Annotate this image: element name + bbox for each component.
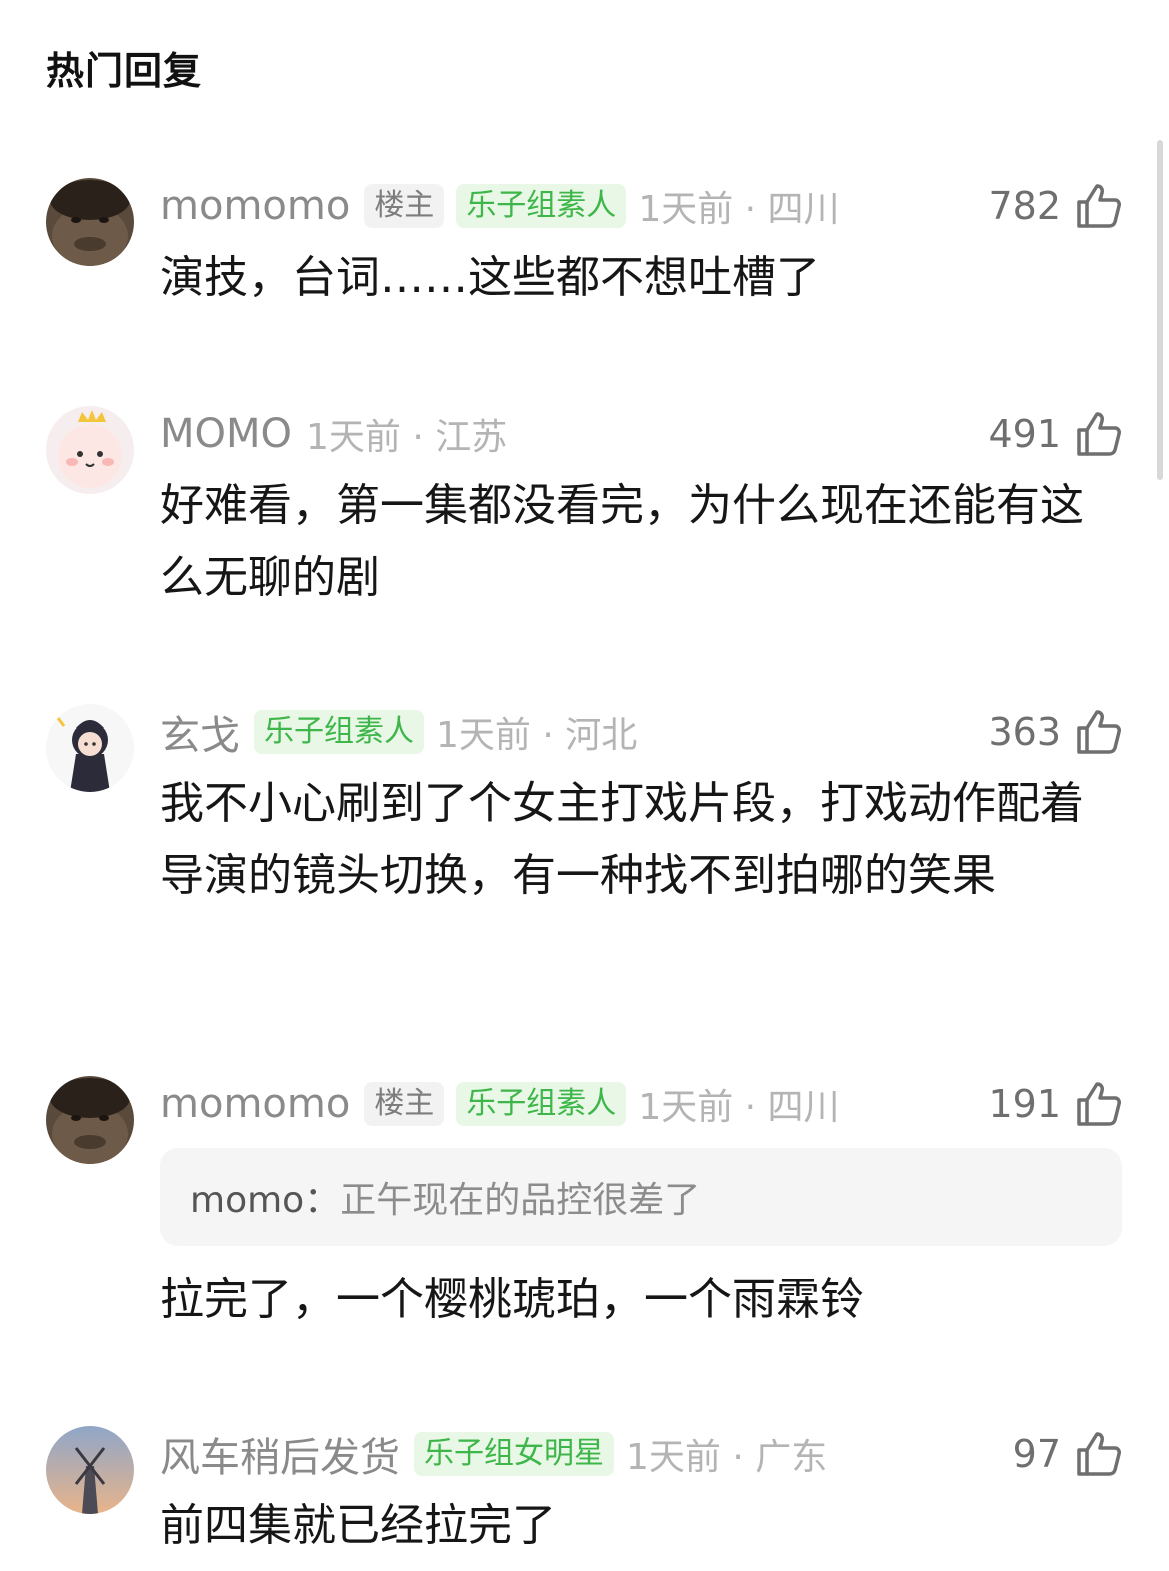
thumbs-up-icon (1077, 412, 1121, 456)
like-button[interactable]: 782 (988, 178, 1123, 234)
avatar[interactable] (46, 704, 134, 792)
comment-text: 好难看，第一集都没看完，为什么现在还能有这么无聊的剧 (160, 480, 1084, 603)
avatar[interactable] (46, 178, 134, 266)
group-badge: 乐子组素人 (456, 184, 627, 228)
username[interactable]: 玄戈 (160, 703, 240, 761)
avatar[interactable] (46, 1076, 134, 1164)
thumbs-up-icon (1077, 1082, 1121, 1126)
comment-text: 拉完了，一个樱桃琥珀，一个雨霖铃 (160, 1274, 864, 1325)
op-badge: 楼主 (364, 184, 445, 228)
time-location: 1天前 · 河北 (436, 715, 638, 756)
like-count: 191 (988, 1082, 1061, 1126)
like-count: 782 (988, 184, 1061, 228)
section-title: 热门回复 (46, 49, 203, 93)
like-count: 491 (988, 412, 1061, 456)
username[interactable]: MOMO (160, 411, 292, 457)
group-badge: 乐子组女明星 (414, 1432, 614, 1476)
thumbs-up-icon (1077, 184, 1121, 228)
avatar[interactable] (46, 1426, 134, 1514)
scrollbar[interactable] (1157, 140, 1163, 480)
group-badge: 乐子组素人 (254, 710, 424, 754)
quote-author: momo： (190, 1180, 341, 1221)
op-badge: 楼主 (364, 1082, 445, 1126)
username[interactable]: momomo (160, 183, 350, 229)
username[interactable]: momomo (160, 1081, 350, 1127)
time-location: 1天前 · 江苏 (306, 417, 508, 458)
time-location: 1天前 · 广东 (626, 1437, 828, 1478)
username[interactable]: 风车稍后发货 (160, 1425, 400, 1483)
comment-text: 我不小心刷到了个女主打戏片段，打戏动作配着导演的镜头切换，有一种找不到拍哪的笑果 (160, 778, 1084, 901)
time-location: 1天前 · 四川 (638, 1087, 840, 1128)
thumbs-up-icon (1077, 710, 1121, 754)
like-button[interactable]: 363 (988, 704, 1123, 760)
group-badge: 乐子组素人 (456, 1082, 627, 1126)
like-count: 97 (1012, 1432, 1061, 1476)
like-button[interactable]: 491 (988, 406, 1123, 462)
quoted-reply[interactable]: momo： 正午现在的品控很差了 (160, 1148, 1122, 1246)
quote-text: 正午现在的品控很差了 (340, 1180, 701, 1221)
thumbs-up-icon (1077, 1432, 1121, 1476)
time-location: 1天前 · 四川 (638, 189, 840, 230)
comment-text: 演技，台词……这些都不想吐槽了 (160, 252, 820, 303)
avatar[interactable] (46, 406, 134, 494)
like-button[interactable]: 191 (988, 1076, 1123, 1132)
like-count: 363 (988, 710, 1061, 754)
like-button[interactable]: 97 (1013, 1426, 1123, 1482)
comment-text: 前四集就已经拉完了 (160, 1500, 556, 1551)
